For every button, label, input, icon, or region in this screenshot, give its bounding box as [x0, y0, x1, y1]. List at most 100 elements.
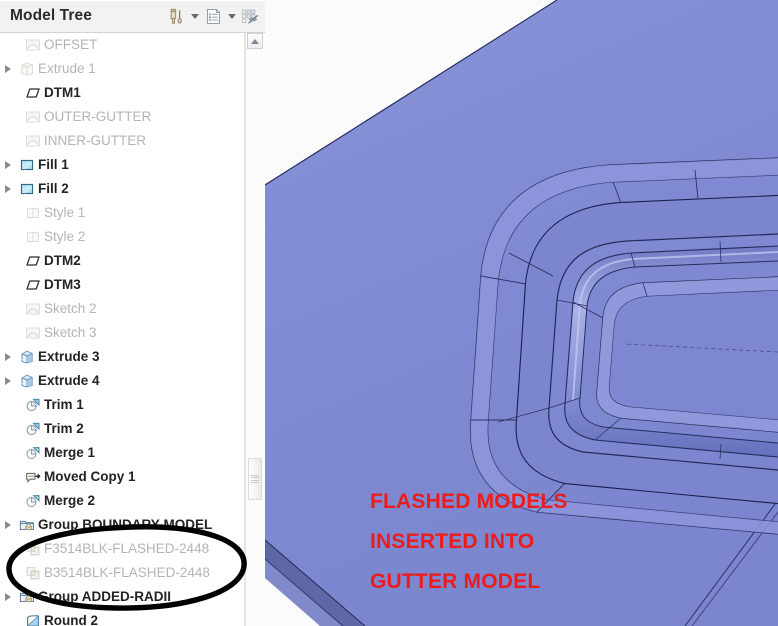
style-icon: [22, 201, 44, 225]
tree-row-dtm1[interactable]: DTM1: [0, 81, 244, 105]
settings-dropdown-caret[interactable]: [187, 4, 202, 30]
quilt-surface-icon: [22, 105, 44, 129]
tree-row-trim-2[interactable]: Trim 2: [0, 417, 244, 441]
extrude-solid-icon: [16, 369, 38, 393]
tree-row-merge-1[interactable]: Merge 1: [0, 441, 244, 465]
tree-row-label: Extrude 4: [38, 373, 100, 389]
tree-row-dtm2[interactable]: DTM2: [0, 249, 244, 273]
tree-row-label: INNER-GUTTER: [44, 133, 146, 149]
tree-row-moved-copy-1[interactable]: Moved Copy 1: [0, 465, 244, 489]
chevron-right-icon: [5, 185, 11, 193]
arrow-spacer: [0, 561, 16, 585]
tree-row-outer-gutter[interactable]: OUTER-GUTTER: [0, 105, 244, 129]
tree-row-label: F3514BLK-FLASHED-2448: [44, 541, 210, 557]
merge-icon: [22, 489, 44, 513]
tree-row-label: Merge 2: [44, 493, 96, 509]
tree-row-label: Trim 1: [44, 397, 84, 413]
chevron-down-icon: [190, 14, 199, 19]
model-tree-list-viewport[interactable]: OFFSET Extrude 1 DTM1 OUTER-GUTTER INNER-GUT…: [0, 33, 245, 626]
tree-row-label: DTM2: [44, 253, 81, 269]
tree-row-style-2[interactable]: Style 2: [0, 225, 244, 249]
moved-copy-icon: [22, 465, 44, 489]
fill-surface-icon: [16, 177, 38, 201]
quilt-surface-icon: [22, 33, 44, 57]
expand-arrow-button[interactable]: [0, 57, 16, 81]
tree-row-dtm3[interactable]: DTM3: [0, 273, 244, 297]
tree-row-sketch-3[interactable]: Sketch 3: [0, 321, 244, 345]
display-list-icon[interactable]: [202, 4, 224, 30]
sketch-icon: [22, 321, 44, 345]
group-icon: [16, 585, 38, 609]
tree-row-fill-1[interactable]: Fill 1: [0, 153, 244, 177]
expand-arrow-button[interactable]: [0, 177, 16, 201]
tree-row-sketch-2[interactable]: Sketch 2: [0, 297, 244, 321]
tree-row-merge-2[interactable]: Merge 2: [0, 489, 244, 513]
chevron-right-icon: [5, 521, 11, 529]
settings-tools-icon[interactable]: [165, 4, 187, 30]
chevron-right-icon: [5, 161, 11, 169]
datum-plane-icon: [22, 81, 44, 105]
arrow-spacer: [0, 465, 16, 489]
trim-icon: [22, 393, 44, 417]
tree-row-trim-1[interactable]: Trim 1: [0, 393, 244, 417]
scrollbar-track[interactable]: [247, 50, 263, 626]
tree-row-label: Extrude 1: [38, 61, 96, 77]
expand-arrow-button[interactable]: [0, 369, 16, 393]
model-tree-list: OFFSET Extrude 1 DTM1 OUTER-GUTTER INNER-GUT…: [0, 33, 244, 626]
expand-arrow-button[interactable]: [0, 513, 16, 537]
tree-row-label: Group ADDED-RADII: [38, 589, 171, 605]
model-tree-panel: Model Tree OFFSET Extrude 1 DTM1 OUTER-G…: [0, 0, 265, 626]
scroll-up-button[interactable]: [247, 33, 263, 49]
arrow-spacer: [0, 609, 16, 626]
tree-row-round-2[interactable]: Round 2: [0, 609, 244, 626]
cad-3d-viewport[interactable]: FLASHED MODELS INSERTED INTO GUTTER MODEL: [265, 0, 778, 626]
tree-row-f3514blk-flashed-2448[interactable]: F3514BLK-FLASHED-2448: [0, 537, 244, 561]
extrude-solid-icon: [16, 345, 38, 369]
style-icon: [22, 225, 44, 249]
expand-arrow-button[interactable]: [0, 585, 16, 609]
extrude-icon: [16, 57, 38, 81]
chevron-right-icon: [5, 593, 11, 601]
arrow-spacer: [0, 417, 16, 441]
trim-icon: [22, 417, 44, 441]
tree-row-group-added-radii[interactable]: Group ADDED-RADII: [0, 585, 244, 609]
arrow-spacer: [0, 393, 16, 417]
display-dropdown-caret[interactable]: [224, 4, 239, 30]
expand-arrow-button[interactable]: [0, 153, 16, 177]
sketch-icon: [22, 297, 44, 321]
arrow-spacer: [0, 441, 16, 465]
arrow-spacer: [0, 489, 16, 513]
tree-row-label: B3514BLK-FLASHED-2448: [44, 565, 210, 581]
model-tree-toolbar: [165, 0, 261, 33]
tree-row-b3514blk-flashed-2448[interactable]: B3514BLK-FLASHED-2448: [0, 561, 244, 585]
chevron-right-icon: [5, 65, 11, 73]
scrollbar-thumb[interactable]: [248, 458, 262, 500]
tree-row-style-1[interactable]: Style 1: [0, 201, 244, 225]
tree-row-fill-2[interactable]: Fill 2: [0, 177, 244, 201]
model-tree-scrollbar[interactable]: [245, 33, 263, 626]
arrow-spacer: [0, 249, 16, 273]
tree-row-label: Style 1: [44, 205, 86, 221]
arrow-spacer: [0, 81, 16, 105]
tree-row-label: OFFSET: [44, 37, 98, 53]
tree-row-extrude-1[interactable]: Extrude 1: [0, 57, 244, 81]
expand-arrow-button[interactable]: [0, 345, 16, 369]
chevron-down-icon: [227, 14, 236, 19]
filter-tree-icon[interactable]: [239, 4, 261, 30]
page-title: Model Tree: [10, 7, 92, 24]
tree-row-label: Trim 2: [44, 421, 84, 437]
grip-icon: [251, 474, 259, 484]
arrow-spacer: [0, 129, 16, 153]
arrow-spacer: [0, 321, 16, 345]
tree-row-label: Merge 1: [44, 445, 96, 461]
tree-row-extrude-4[interactable]: Extrude 4: [0, 369, 244, 393]
chevron-right-icon: [5, 353, 11, 361]
tree-row-label: Extrude 3: [38, 349, 100, 365]
tree-row-group-boundary-model[interactable]: Group BOUNDARY-MODEL: [0, 513, 244, 537]
tree-row-label: Sketch 3: [44, 325, 97, 341]
arrow-spacer: [0, 537, 16, 561]
tree-row-offset[interactable]: OFFSET: [0, 33, 244, 57]
tree-row-label: DTM3: [44, 277, 81, 293]
tree-row-inner-gutter[interactable]: INNER-GUTTER: [0, 129, 244, 153]
tree-row-extrude-3[interactable]: Extrude 3: [0, 345, 244, 369]
